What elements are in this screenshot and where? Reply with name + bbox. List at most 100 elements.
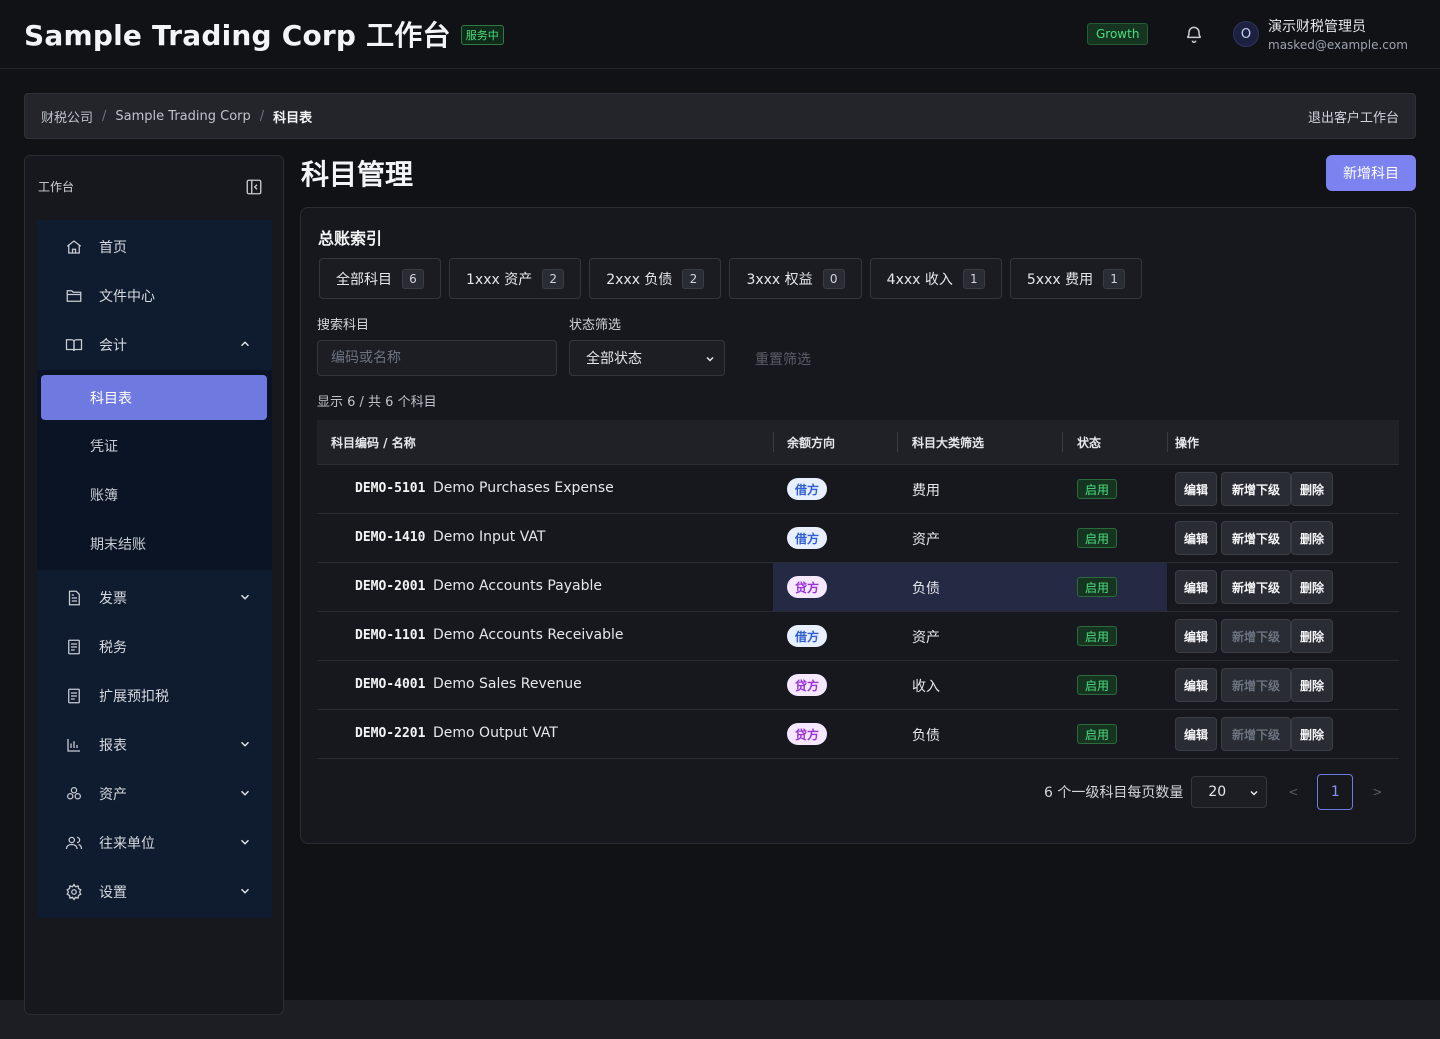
status-badge: 启用 — [1077, 724, 1118, 744]
user-email: masked@example.com — [1268, 38, 1408, 52]
chip-liabilities[interactable]: 2xxx 负债 2 — [589, 258, 722, 299]
sidebar-item-reports[interactable]: 报表 — [37, 720, 272, 769]
delete-button[interactable]: 删除 — [1291, 521, 1333, 555]
search-label: 搜索科目 — [317, 318, 370, 333]
account-code: DEMO-1101 — [355, 628, 426, 643]
breadcrumb: 财税公司 / Sample Trading Corp / 科目表 退出客户工作台 — [24, 93, 1416, 139]
chevron-down-icon — [1248, 787, 1260, 799]
account-category: 负债 — [912, 581, 940, 597]
chip-count: 2 — [682, 268, 705, 289]
breadcrumb-item-client[interactable]: Sample Trading Corp — [115, 109, 250, 124]
page-size-select[interactable]: 20 — [1191, 776, 1268, 808]
top-header: Sample Trading Corp 工作台 服务中 Growth O 演示财… — [0, 0, 1440, 69]
column-divider — [773, 432, 774, 452]
add-child-button[interactable]: 新增下级 — [1221, 570, 1291, 604]
account-category: 资产 — [912, 532, 940, 548]
exit-workspace-link[interactable]: 退出客户工作台 — [1308, 107, 1399, 126]
chip-expenses[interactable]: 5xxx 费用 1 — [1009, 258, 1143, 299]
table-row: DEMO-1101 Demo Accounts Receivable 借方 资产… — [317, 612, 1399, 661]
sidebar-item-accounting[interactable]: 会计 — [37, 320, 272, 369]
reset-filters-button[interactable]: 重置筛选 — [755, 349, 811, 369]
delete-button[interactable]: 删除 — [1291, 570, 1333, 604]
delete-button[interactable]: 删除 — [1291, 472, 1333, 506]
sidebar-collapse-icon[interactable] — [245, 178, 263, 196]
add-child-button[interactable]: 新增下级 — [1221, 521, 1291, 555]
add-child-button: 新增下级 — [1221, 717, 1291, 751]
sidebar-item-contacts[interactable]: 往来单位 — [37, 818, 272, 867]
column-header-code-name: 科目编码 / 名称 — [331, 436, 416, 450]
status-filter-select[interactable]: 全部状态 — [569, 340, 725, 376]
sidebar-item-label: 资产 — [99, 786, 127, 803]
prev-page-button[interactable]: < — [1283, 785, 1303, 799]
sidebar-item-label: 税务 — [99, 639, 127, 656]
search-input[interactable] — [317, 340, 557, 376]
sidebar-item-chart-of-accounts[interactable]: 科目表 — [41, 375, 267, 420]
chip-equity[interactable]: 3xxx 权益 0 — [729, 258, 862, 299]
add-child-button: 新增下级 — [1221, 619, 1291, 653]
sidebar-item-assets[interactable]: 资产 — [37, 769, 272, 818]
sidebar-item-withholding-tax[interactable]: 扩展预扣税 — [37, 671, 272, 720]
delete-button[interactable]: 删除 — [1291, 619, 1333, 653]
account-code: DEMO-4001 — [355, 677, 426, 692]
service-status-badge: 服务中 — [460, 25, 504, 45]
chip-assets[interactable]: 1xxx 资产 2 — [449, 258, 582, 299]
chip-count: 1 — [1103, 268, 1126, 289]
sidebar-item-vouchers[interactable]: 凭证 — [37, 421, 272, 470]
sidebar-item-invoices[interactable]: 发票 — [37, 573, 272, 622]
direction-badge: 贷方 — [787, 723, 827, 745]
sidebar-item-period-close[interactable]: 期末结账 — [37, 519, 272, 568]
next-page-button[interactable]: > — [1367, 785, 1387, 799]
edit-button[interactable]: 编辑 — [1175, 570, 1217, 604]
account-name: Demo Output VAT — [433, 725, 558, 741]
delete-button[interactable]: 删除 — [1291, 717, 1333, 751]
edit-button[interactable]: 编辑 — [1175, 668, 1217, 702]
page-1-button[interactable]: 1 — [1317, 774, 1354, 810]
direction-badge: 借方 — [787, 527, 827, 549]
account-name: Demo Purchases Expense — [433, 480, 614, 496]
add-account-button[interactable]: 新增科目 — [1326, 155, 1416, 191]
table-row: DEMO-5101 Demo Purchases Expense 借方 费用 启… — [317, 465, 1399, 514]
edit-button[interactable]: 编辑 — [1175, 717, 1217, 751]
account-code: DEMO-1410 — [355, 530, 426, 545]
sidebar-item-tax[interactable]: 税务 — [37, 622, 272, 671]
sidebar-item-label: 往来单位 — [99, 835, 155, 852]
account-name: Demo Accounts Payable — [433, 578, 602, 594]
status-badge: 启用 — [1077, 577, 1118, 597]
users-icon — [65, 834, 83, 852]
receipt-icon — [65, 638, 83, 656]
chip-revenue[interactable]: 4xxx 收入 1 — [869, 258, 1002, 299]
edit-button[interactable]: 编辑 — [1175, 472, 1217, 506]
direction-badge: 贷方 — [787, 674, 827, 696]
add-child-button[interactable]: 新增下级 — [1221, 472, 1291, 506]
chip-label: 3xxx 权益 — [746, 271, 813, 288]
user-menu[interactable]: O 演示财税管理员 masked@example.com — [1233, 16, 1408, 52]
breadcrumb-item-company[interactable]: 财税公司 — [41, 107, 93, 126]
chip-count: 6 — [402, 268, 424, 289]
edit-button[interactable]: 编辑 — [1175, 521, 1217, 555]
chevron-up-icon — [238, 337, 252, 351]
bell-icon[interactable] — [1184, 24, 1204, 44]
column-divider — [1167, 432, 1168, 452]
ledger-index-title: 总账索引 — [318, 229, 383, 248]
direction-badge: 借方 — [787, 625, 827, 647]
table-row: DEMO-1410 Demo Input VAT 借方 资产 启用 编辑 新增下… — [317, 514, 1399, 563]
account-name: Demo Accounts Receivable — [433, 627, 624, 643]
breadcrumb-separator: / — [102, 108, 107, 124]
asset-icon — [65, 785, 83, 803]
sidebar-item-files[interactable]: 文件中心 — [37, 271, 272, 320]
chevron-down-icon — [238, 786, 252, 800]
status-badge: 启用 — [1077, 626, 1118, 646]
sidebar-item-label: 文件中心 — [99, 288, 155, 305]
chip-all[interactable]: 全部科目 6 — [319, 258, 441, 299]
delete-button[interactable]: 删除 — [1291, 668, 1333, 702]
chevron-down-icon — [238, 590, 252, 604]
sidebar-item-settings[interactable]: 设置 — [37, 867, 272, 916]
account-category: 负债 — [912, 728, 940, 744]
status-badge: 启用 — [1077, 528, 1118, 548]
sidebar-item-ledgers[interactable]: 账簿 — [37, 470, 272, 519]
edit-button[interactable]: 编辑 — [1175, 619, 1217, 653]
sidebar-item-home[interactable]: 首页 — [37, 222, 272, 271]
plan-badge: Growth — [1087, 23, 1149, 45]
table-row: DEMO-2001 Demo Accounts Payable 贷方 负债 启用… — [317, 563, 1399, 612]
account-code: DEMO-5101 — [355, 481, 426, 496]
